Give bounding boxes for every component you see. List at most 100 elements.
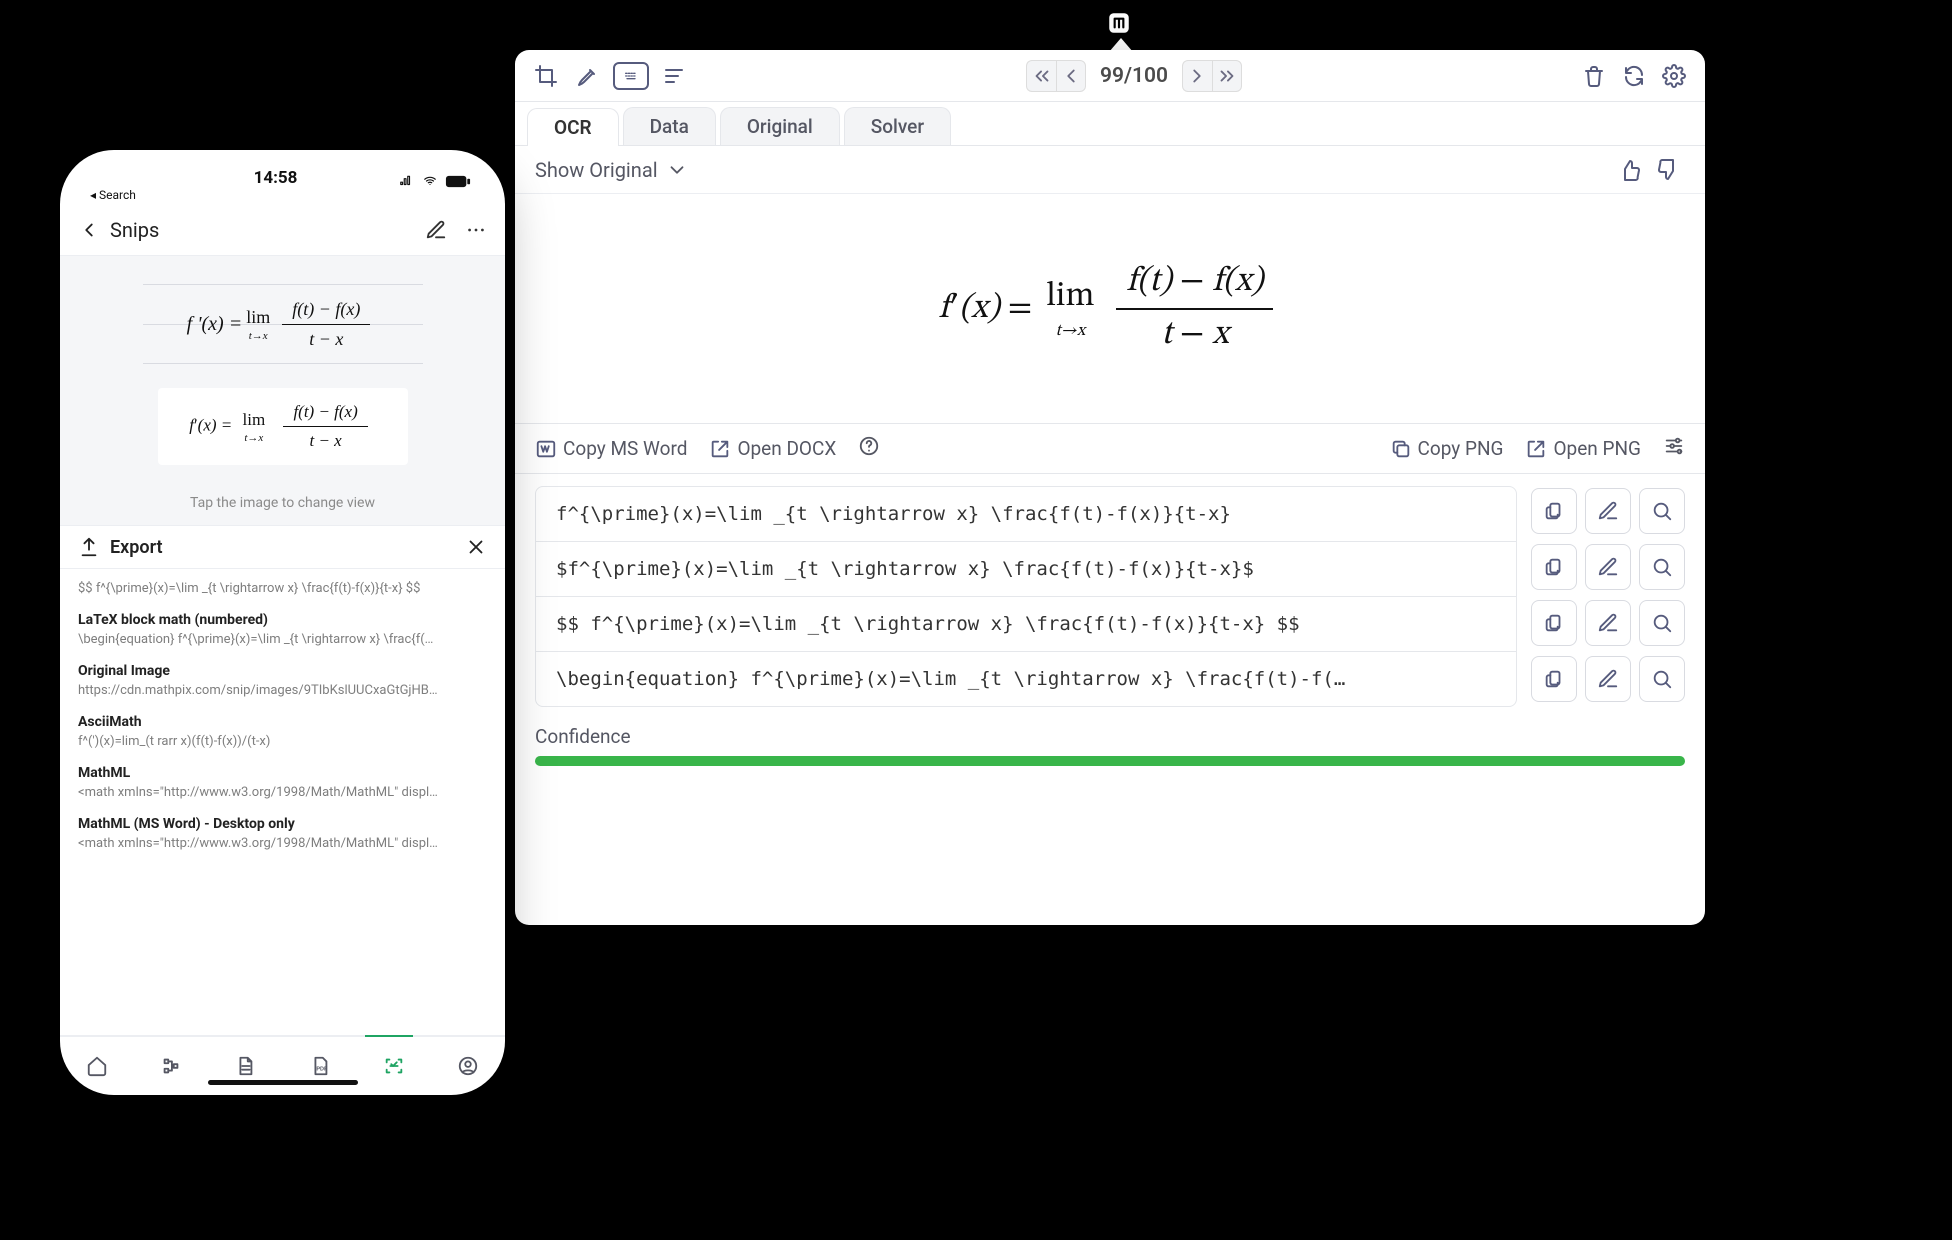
row1-copy-button[interactable] — [1531, 488, 1577, 534]
open-png-button[interactable]: Open PNG — [1525, 437, 1641, 460]
show-original-toggle[interactable]: Show Original — [535, 158, 688, 182]
page-next-button[interactable] — [1182, 60, 1212, 92]
latex-row-3[interactable]: $$ f^{\prime}(x)=\lim _{t \rightarrow x}… — [536, 597, 1516, 652]
row3-copy-button[interactable] — [1531, 600, 1577, 646]
crop-icon[interactable] — [529, 59, 563, 93]
phone-mock: 14:58 Search Snips f '(x) = limt→x — [60, 150, 505, 1095]
row2-search-button[interactable] — [1639, 544, 1685, 590]
open-external-icon — [1525, 438, 1547, 460]
keyboard-icon[interactable] — [613, 62, 649, 90]
export-item-3[interactable]: Original Image https://cdn.mathpix.com/s… — [60, 655, 505, 706]
tabbar-pdf-icon[interactable]: PDF — [306, 1052, 334, 1080]
tab-data[interactable]: Data — [623, 107, 716, 145]
export-item-5-body: <math xmlns="http://www.w3.org/1998/Math… — [78, 785, 487, 800]
latex-row-4[interactable]: \begin{equation} f^{\prime}(x)=\lim _{t … — [536, 652, 1516, 706]
tabbar-profile-icon[interactable] — [454, 1052, 482, 1080]
row4-search-button[interactable] — [1639, 656, 1685, 702]
home-indicator — [208, 1080, 358, 1085]
latex-row-3-text: $$ f^{\prime}(x)=\lim _{t \rightarrow x}… — [556, 613, 1300, 635]
export-item-3-header: Original Image — [78, 663, 487, 679]
rendered-math-area: f′(x) = limt→x f(t) − f(x)t − x — [515, 194, 1705, 424]
lines-icon[interactable] — [657, 59, 691, 93]
toolbar: 99/100 — [515, 50, 1705, 102]
tabbar-scan-icon[interactable] — [380, 1052, 408, 1080]
app-logo-indicator — [1105, 10, 1133, 38]
close-icon[interactable] — [465, 536, 487, 558]
confidence-bar — [535, 756, 1685, 766]
export-item-4[interactable]: AsciiMath f^(')(x)=lim_(t rarr x)(f(t)-f… — [60, 706, 505, 757]
help-icon[interactable] — [858, 435, 880, 462]
row1-edit-button[interactable] — [1585, 488, 1631, 534]
export-item-6-body: <math xmlns="http://www.w3.org/1998/Math… — [78, 836, 487, 851]
row1-search-button[interactable] — [1639, 488, 1685, 534]
latex-output-area: f^{\prime}(x)=\lim _{t \rightarrow x} \f… — [515, 474, 1705, 715]
confidence-section: Confidence — [515, 715, 1705, 782]
export-actions-bar: Copy MS Word Open DOCX Copy PNG — [515, 424, 1705, 474]
handwriting-preview: f '(x) = limt→x f(t) − f(x)t − x — [143, 284, 423, 364]
gear-icon[interactable] — [1657, 59, 1691, 93]
copy-ms-word-button[interactable]: Copy MS Word — [535, 437, 687, 460]
export-list[interactable]: $$ f^{\prime}(x)=\lim _{t \rightarrow x}… — [60, 569, 505, 1035]
row2-edit-button[interactable] — [1585, 544, 1631, 590]
export-item-2-body: \begin{equation} f^{\prime}(x)=\lim _{t … — [78, 632, 487, 647]
export-header: Export — [60, 525, 505, 569]
row3-search-button[interactable] — [1639, 600, 1685, 646]
pager: 99/100 — [699, 60, 1569, 92]
phone-title: Snips — [110, 218, 159, 242]
rendered-formula: f′(x) = limt→x f(t) − f(x)t − x — [939, 261, 1282, 357]
export-item-1[interactable]: $$ f^{\prime}(x)=\lim _{t \rightarrow x}… — [60, 573, 505, 604]
tab-data-label: Data — [650, 115, 689, 138]
back-button[interactable] — [78, 219, 100, 241]
show-original-bar: Show Original — [515, 146, 1705, 194]
word-icon — [535, 438, 557, 460]
latex-row-1[interactable]: f^{\prime}(x)=\lim _{t \rightarrow x} \f… — [536, 487, 1516, 542]
tabbar-home-icon[interactable] — [83, 1052, 111, 1080]
trash-icon[interactable] — [1577, 59, 1611, 93]
row3-edit-button[interactable] — [1585, 600, 1631, 646]
latex-row-4-text: \begin{equation} f^{\prime}(x)=\lim _{t … — [556, 668, 1345, 690]
phone-header: Snips — [60, 204, 505, 256]
export-label: Export — [110, 537, 163, 558]
export-item-2[interactable]: LaTeX block math (numbered) \begin{equat… — [60, 604, 505, 655]
open-docx-label: Open DOCX — [737, 437, 836, 460]
tabbar-document-icon[interactable] — [231, 1052, 259, 1080]
export-item-2-header: LaTeX block math (numbered) — [78, 612, 487, 628]
row4-edit-button[interactable] — [1585, 656, 1631, 702]
row2-copy-button[interactable] — [1531, 544, 1577, 590]
preview-hint: Tap the image to change view — [190, 489, 375, 513]
export-item-5-header: MathML — [78, 765, 487, 781]
tab-solver-label: Solver — [871, 115, 924, 138]
sliders-icon[interactable] — [1663, 435, 1685, 462]
compose-icon[interactable] — [425, 219, 447, 241]
tab-ocr-label: OCR — [554, 116, 592, 139]
status-bar: 14:58 — [60, 150, 505, 188]
more-icon[interactable] — [465, 219, 487, 241]
page-prev-button[interactable] — [1056, 60, 1086, 92]
refresh-icon[interactable] — [1617, 59, 1651, 93]
row4-copy-button[interactable] — [1531, 656, 1577, 702]
copy-png-button[interactable]: Copy PNG — [1390, 437, 1504, 460]
preview-area[interactable]: f '(x) = limt→x f(t) − f(x)t − x f′(x) =… — [60, 256, 505, 525]
tab-solver[interactable]: Solver — [844, 107, 951, 145]
copy-image-icon — [1390, 438, 1412, 460]
export-item-6[interactable]: MathML (MS Word) - Desktop only <math xm… — [60, 808, 505, 859]
open-docx-button[interactable]: Open DOCX — [709, 437, 836, 460]
tab-ocr[interactable]: OCR — [527, 108, 619, 146]
page-first-button[interactable] — [1026, 60, 1056, 92]
export-item-1-body: $$ f^{\prime}(x)=\lim _{t \rightarrow x}… — [78, 581, 487, 596]
page-last-button[interactable] — [1212, 60, 1242, 92]
thumbs-up-icon[interactable] — [1613, 153, 1647, 187]
thumbs-down-icon[interactable] — [1651, 153, 1685, 187]
open-png-label: Open PNG — [1553, 437, 1641, 460]
latex-row-2[interactable]: $f^{\prime}(x)=\lim _{t \rightarrow x} \… — [536, 542, 1516, 597]
copy-ms-word-label: Copy MS Word — [563, 437, 687, 460]
export-item-5[interactable]: MathML <math xmlns="http://www.w3.org/19… — [60, 757, 505, 808]
pen-icon[interactable] — [571, 59, 605, 93]
copy-png-label: Copy PNG — [1418, 437, 1504, 460]
show-original-label: Show Original — [535, 158, 658, 182]
tabbar-tree-icon[interactable] — [157, 1052, 185, 1080]
status-back-app[interactable]: Search — [60, 188, 505, 204]
tab-original[interactable]: Original — [720, 107, 840, 145]
cell-signal-icon — [397, 174, 415, 188]
svg-text:PDF: PDF — [316, 1067, 328, 1073]
